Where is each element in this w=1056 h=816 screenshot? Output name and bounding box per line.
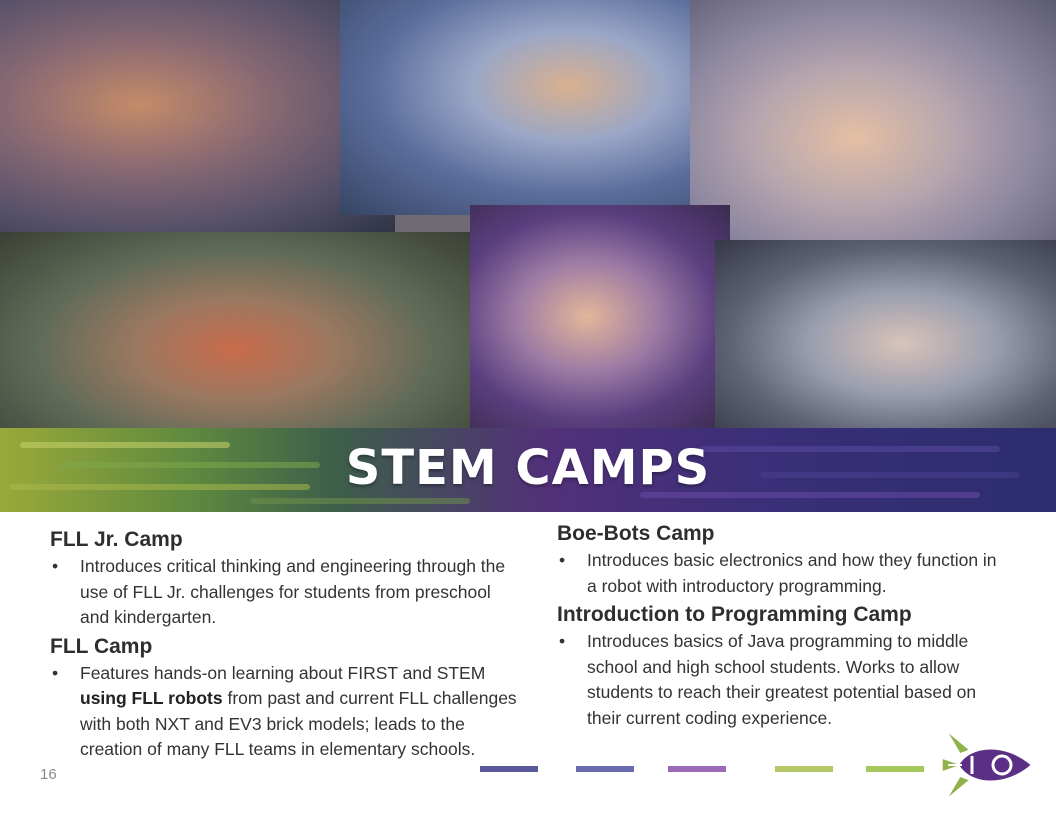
banner-streak (250, 498, 470, 504)
footer-bar (866, 766, 924, 772)
programming-camp-heading: Introduction to Programming Camp (557, 603, 912, 626)
boe-bots-camp-heading: Boe-Bots Camp (557, 522, 715, 545)
right-column: Boe-Bots Camp Introduces basic electroni… (557, 522, 1007, 731)
boe-bots-camp-list: Introduces basic electronics and how the… (557, 548, 1007, 599)
footer-bar (480, 766, 538, 772)
photo-kids-building-robots (0, 0, 395, 232)
photo-girls-drawing-map (690, 0, 1056, 250)
rocket-fin-bottom (945, 775, 972, 801)
photo-students-at-computers (715, 240, 1056, 428)
fll-jr-camp-heading: FLL Jr. Camp (50, 528, 183, 551)
page-number: 16 (40, 766, 57, 783)
photo-campers-group-seated (0, 232, 470, 428)
fll-camp-heading: FLL Camp (50, 634, 153, 658)
rocket-body (956, 747, 1034, 783)
fll-camp-bullet-part1: Features hands-on learning about FIRST a… (80, 662, 486, 683)
fll-jr-camp-list: Introduces critical thinking and enginee… (50, 554, 522, 631)
rocket-fin-top (945, 729, 972, 755)
fll-camp-list: Features hands-on learning about FIRST a… (50, 661, 522, 763)
photo-collage (0, 0, 1056, 428)
boe-bots-camp-bullet: Introduces basic electronics and how the… (557, 548, 1007, 599)
footer-bar (775, 766, 833, 772)
footer-bar (576, 766, 634, 772)
footer-bar (668, 766, 726, 772)
programming-camp-list: Introduces basics of Java programming to… (557, 629, 1007, 731)
fll-jr-camp-bullet: Introduces critical thinking and enginee… (50, 554, 522, 631)
left-column: FLL Jr. Camp Introduces critical thinkin… (50, 528, 522, 763)
fll-camp-bullet-emphasis: using FLL robots (80, 688, 223, 708)
page-title: STEM CAMPS (345, 440, 711, 496)
fll-camp-bullet: Features hands-on learning about FIRST a… (50, 661, 522, 763)
programming-camp-bullet: Introduces basics of Java programming to… (557, 629, 1007, 731)
photo-boy-with-lego-robot (340, 0, 720, 215)
photo-two-girls-smiling (470, 205, 730, 428)
title-banner: STEM CAMPS (0, 428, 1056, 512)
rocket-logo-icon (941, 729, 1034, 801)
